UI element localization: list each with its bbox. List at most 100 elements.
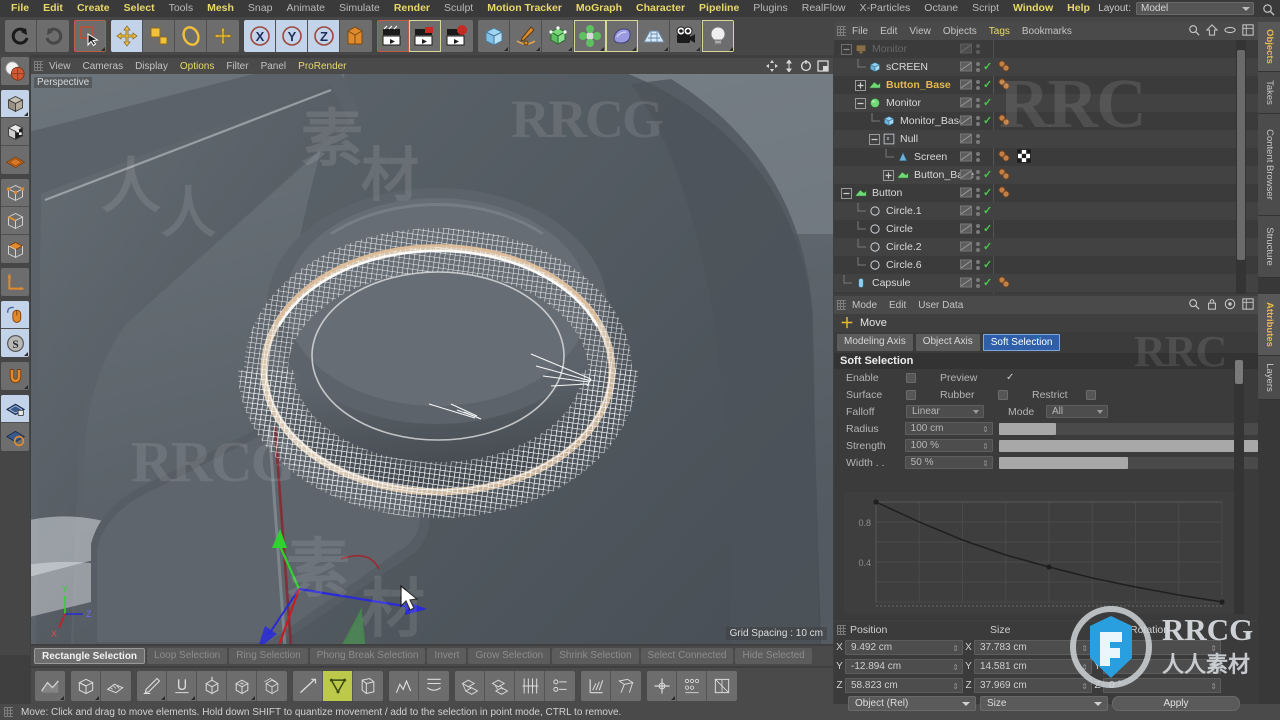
rotation-y-input[interactable]: 0 ° ⇕ xyxy=(1103,659,1221,674)
expander-plus-icon[interactable] xyxy=(854,79,867,91)
visibility-dots[interactable] xyxy=(976,97,980,108)
smooth-button[interactable] xyxy=(419,671,449,701)
enabled-check-icon[interactable]: ✓ xyxy=(983,222,992,235)
viewport-menu-options[interactable]: Options xyxy=(174,61,220,72)
material-tag-icon[interactable] xyxy=(997,113,1015,129)
spinner-icon[interactable]: ⇕ xyxy=(982,440,989,453)
menu-item-sculpt[interactable]: Sculpt xyxy=(437,0,480,17)
model-mode-button[interactable] xyxy=(1,90,29,118)
menu-item-realflow[interactable]: RealFlow xyxy=(795,0,853,17)
spinner-icon[interactable]: ⇕ xyxy=(982,423,989,436)
preview-checkbox[interactable]: ✓ xyxy=(1006,372,1014,383)
object-visibility-column[interactable]: ✓ xyxy=(960,276,992,289)
om-menu-file[interactable]: File xyxy=(846,26,874,37)
table-row[interactable]: Circle.2 ✓ xyxy=(834,238,1258,256)
restrict-checkbox[interactable] xyxy=(1086,389,1096,400)
enabled-check-icon[interactable]: ✓ xyxy=(983,114,992,127)
object-visibility-column[interactable]: ✓ xyxy=(960,78,992,91)
knife-line-button[interactable] xyxy=(293,671,323,701)
am-menu-edit[interactable]: Edit xyxy=(883,300,912,311)
texture-tag-icon[interactable] xyxy=(1017,149,1031,163)
snap-button[interactable] xyxy=(1,362,29,390)
visibility-dots[interactable] xyxy=(976,133,980,144)
visibility-dots[interactable] xyxy=(976,241,980,252)
tab-soft-selection[interactable]: Soft Selection xyxy=(982,334,1061,351)
stitch-sew-button[interactable] xyxy=(485,671,515,701)
curve-control-point[interactable] xyxy=(1219,599,1225,605)
surface-checkbox[interactable] xyxy=(906,389,916,400)
menu-item-animate[interactable]: Animate xyxy=(279,0,332,17)
object-visibility-column[interactable]: ✓ xyxy=(960,114,992,127)
menu-item-plugins[interactable]: Plugins xyxy=(746,0,794,17)
apply-button[interactable]: Apply xyxy=(1112,696,1240,711)
viewport-3d-canvas[interactable]: Y Z X xyxy=(31,74,833,644)
object-name[interactable]: Circle.1 xyxy=(886,205,922,217)
table-row[interactable]: Button ✓ xyxy=(834,184,1258,202)
curve-control-point[interactable] xyxy=(1046,564,1052,570)
spinner-icon[interactable]: ⇕ xyxy=(952,641,959,656)
scale-tool-button[interactable] xyxy=(143,20,175,52)
object-name[interactable]: Circle.6 xyxy=(886,259,922,271)
visibility-dots[interactable] xyxy=(976,115,980,126)
polygons-mode-button[interactable] xyxy=(1,235,29,263)
primitive-cube-button[interactable] xyxy=(478,20,510,52)
menu-item-edit[interactable]: Edit xyxy=(36,0,70,17)
table-row[interactable]: 0 Null xyxy=(834,130,1258,148)
rotation-x-input[interactable]: 0 ° ⇕ xyxy=(1103,640,1221,655)
material-tag-icon[interactable] xyxy=(997,59,1015,75)
menu-item-octane[interactable]: Octane xyxy=(917,0,965,17)
workplane-lock-button[interactable] xyxy=(1,395,29,423)
object-name[interactable]: Circle xyxy=(886,223,913,235)
material-tag-icon[interactable] xyxy=(997,77,1015,93)
object-visibility-column[interactable] xyxy=(960,150,991,163)
material-tag-icon[interactable] xyxy=(997,275,1015,291)
object-visibility-column[interactable]: ✓ xyxy=(960,186,992,199)
generator-button[interactable] xyxy=(542,20,574,52)
rotate-tool-button[interactable] xyxy=(175,20,207,52)
object-visibility-column[interactable]: ✓ xyxy=(960,240,992,253)
light-button[interactable] xyxy=(702,20,734,52)
table-row[interactable]: Button_Base ✓ xyxy=(834,76,1258,94)
menu-item-snap[interactable]: Snap xyxy=(241,0,280,17)
live-selection-button[interactable] xyxy=(74,20,106,52)
layer-swatch-icon[interactable] xyxy=(960,114,973,127)
menu-item-simulate[interactable]: Simulate xyxy=(332,0,387,17)
am-menu-mode[interactable]: Mode xyxy=(846,300,883,311)
deformer-button[interactable] xyxy=(574,20,606,52)
falloff-select[interactable]: Linear xyxy=(906,405,984,418)
enabled-check-icon[interactable]: ✓ xyxy=(983,276,992,289)
radius-input[interactable]: 100 cm ⇕ xyxy=(904,422,993,436)
object-tree-scrollbar[interactable] xyxy=(1236,40,1246,294)
spinner-icon[interactable]: ⇕ xyxy=(1081,660,1088,675)
soft-selection-button[interactable]: S xyxy=(1,329,29,357)
render-settings-button[interactable] xyxy=(441,20,473,52)
falloff-curve-graph[interactable]: 0.8 0.4 xyxy=(844,492,1242,614)
coordinate-mode-select[interactable]: Object (Rel) xyxy=(848,696,976,711)
layer-swatch-icon[interactable] xyxy=(960,240,973,253)
enable-checkbox[interactable] xyxy=(906,372,916,383)
visibility-dots[interactable] xyxy=(976,205,980,216)
tab-object-axis[interactable]: Object Axis xyxy=(915,334,980,351)
edges-mode-button[interactable] xyxy=(1,207,29,235)
mode-button-select-connected[interactable]: Select Connected xyxy=(640,648,734,664)
menu-item-tools[interactable]: Tools xyxy=(162,0,201,17)
enabled-check-icon[interactable]: ✓ xyxy=(983,258,992,271)
rotation-z-input[interactable]: 0 ° ⇕ xyxy=(1103,678,1221,693)
add-point-button[interactable] xyxy=(137,671,167,701)
om-menu-bookmarks[interactable]: Bookmarks xyxy=(1016,26,1078,37)
axis-z-button[interactable]: Z xyxy=(308,20,340,52)
visibility-dots[interactable] xyxy=(976,151,980,162)
viewport-menu-prorender[interactable]: ProRender xyxy=(292,61,352,72)
object-name[interactable]: Monitor xyxy=(886,97,921,109)
environment-button[interactable] xyxy=(606,20,638,52)
expander-minus-icon[interactable] xyxy=(854,97,867,109)
object-name[interactable]: Capsule xyxy=(872,277,911,289)
scrollbar-thumb[interactable] xyxy=(1237,50,1245,260)
mode-button-phong-break-selection[interactable]: Phong Break Selection xyxy=(309,648,426,664)
extrude-inner-button[interactable] xyxy=(227,671,257,701)
viewport-menu-display[interactable]: Display xyxy=(129,61,174,72)
enabled-check-icon[interactable]: ✓ xyxy=(983,96,992,109)
menu-item-x-particles[interactable]: X-Particles xyxy=(853,0,918,17)
search-icon[interactable] xyxy=(1262,3,1275,16)
menu-item-select[interactable]: Select xyxy=(117,0,162,17)
